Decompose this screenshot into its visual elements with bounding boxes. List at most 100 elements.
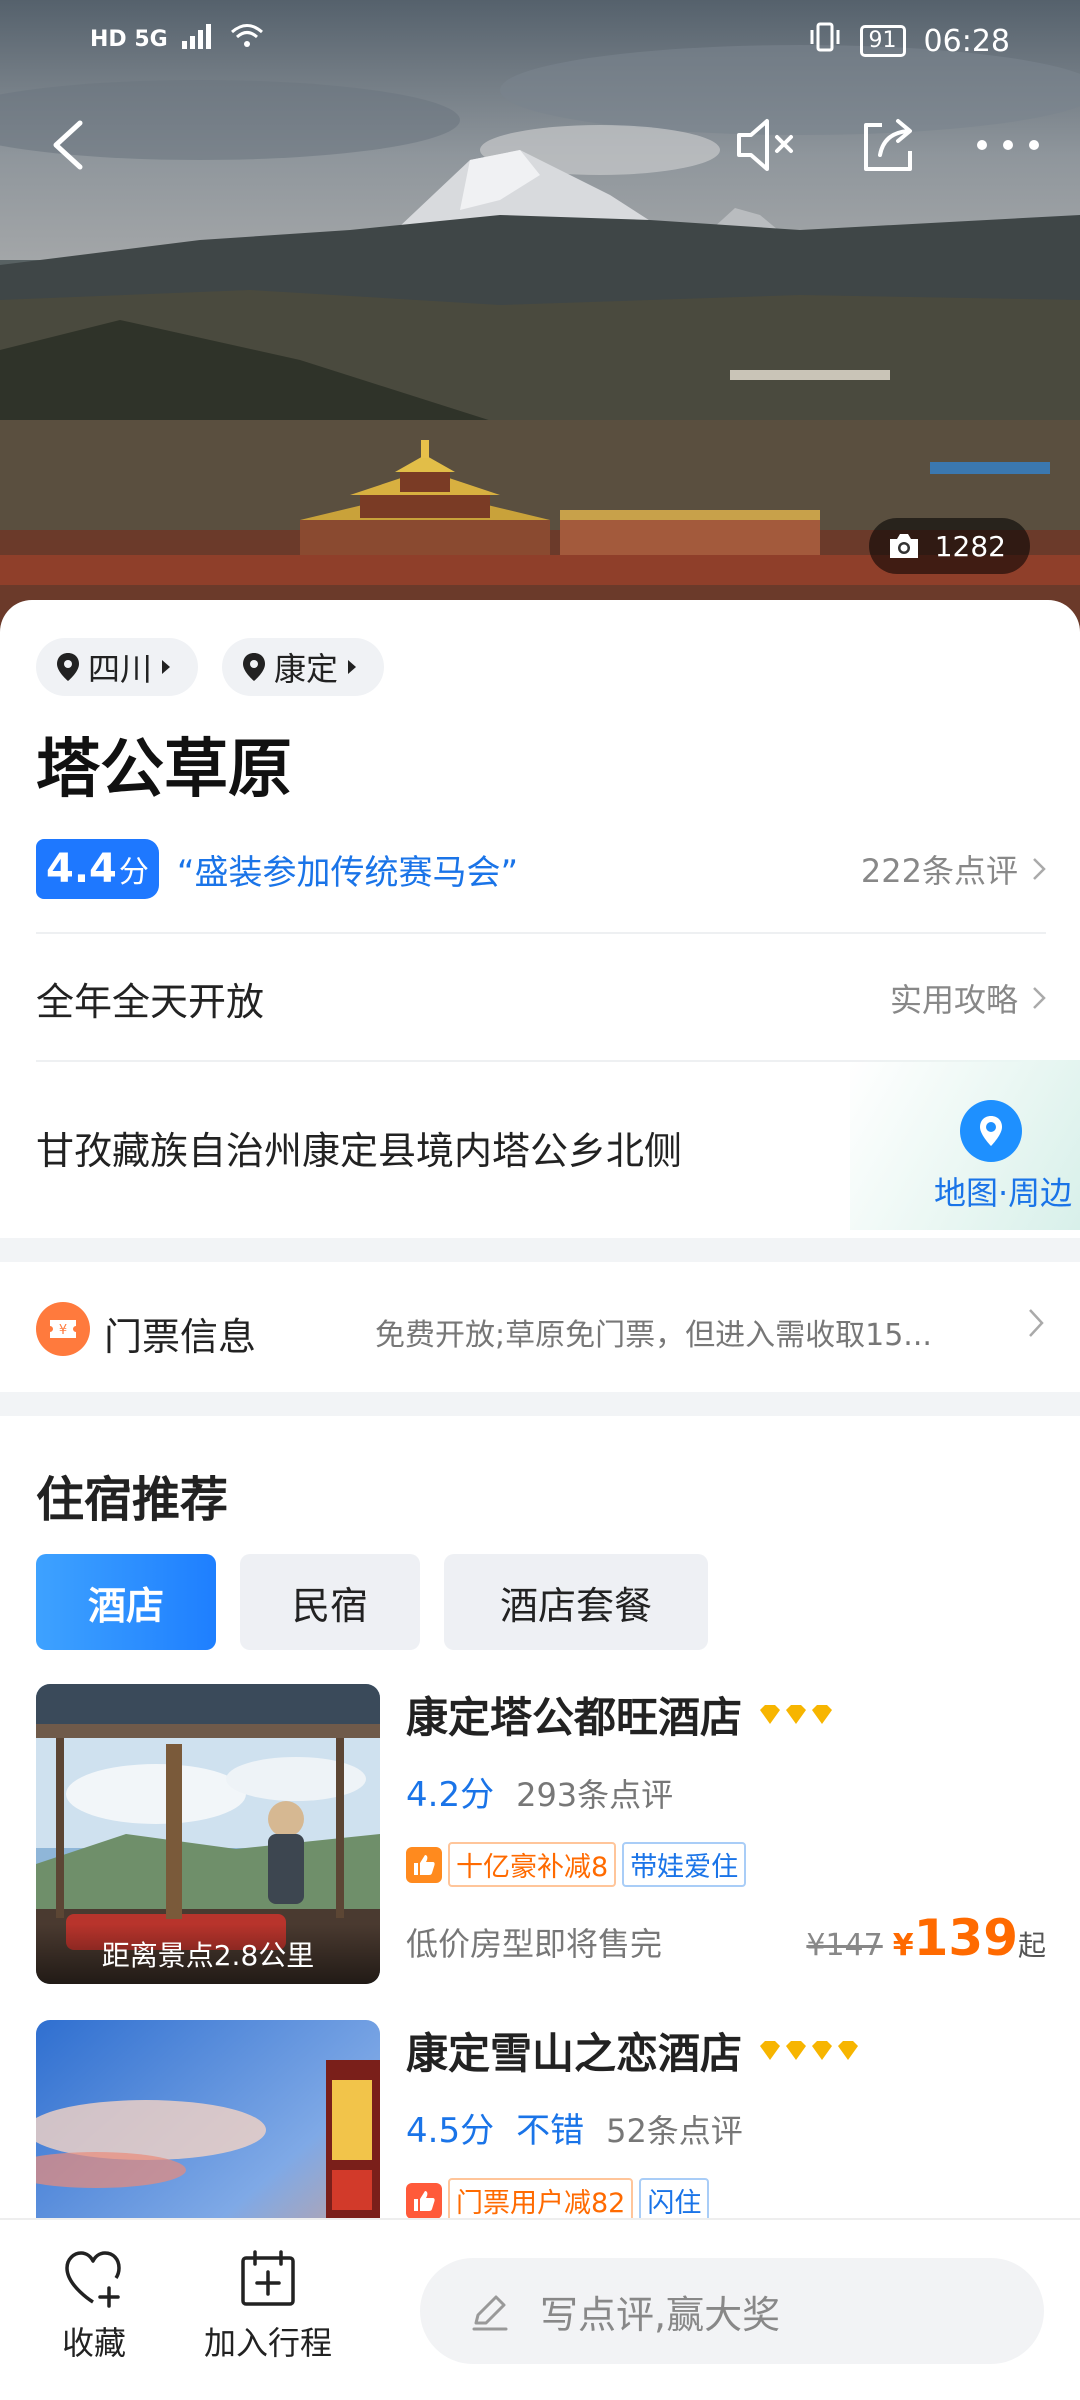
location-chip-city[interactable]: 康定 (222, 638, 385, 696)
score-badge: 4.4 分 (36, 839, 159, 899)
address: 甘孜藏族自治州康定县境内塔公乡北侧 (36, 1129, 683, 1173)
share-icon (864, 119, 912, 171)
status-bar: HD 5G 91 06:28 (0, 0, 1080, 80)
camera-icon (889, 534, 918, 558)
hotel-score-word: 不错 (516, 2111, 585, 2151)
hotel-photo: 距离景点2.8公里 (36, 1684, 380, 1984)
diamond-rating-icon (758, 1704, 838, 1726)
svg-text:¥: ¥ (59, 1323, 67, 1338)
favorite-label: 收藏 (62, 2324, 127, 2362)
ticket-icon: ¥ (36, 1302, 90, 1356)
hotel-meta: 4.2分 293条点评 (406, 1767, 1046, 1816)
hotel-meta: 4.5分 不错 52条点评 (406, 2103, 1046, 2152)
divider (36, 932, 1046, 934)
favorite-button[interactable]: 收藏 (62, 2250, 126, 2364)
battery-indicator: 91 (859, 25, 906, 57)
add-itinerary-label: 加入行程 (204, 2324, 333, 2362)
hotel-tags: 十亿豪补减8 带娃爱住 (406, 1842, 1046, 1887)
photo-count: 1282 (934, 529, 1006, 563)
more-button[interactable] (968, 105, 1048, 185)
page-title: 塔公草原 (36, 733, 292, 807)
chip-label: 四川 (88, 650, 153, 688)
hotel-name-row: 康定塔公都旺酒店 (406, 1684, 1046, 1745)
speaker-mute-icon (737, 119, 793, 171)
current-price: 139 (913, 1909, 1018, 1967)
location-chip-province[interactable]: 四川 (36, 638, 199, 696)
opening-hours-row: 全年全天开放 实用攻略 (36, 968, 1046, 1028)
signal-icon (181, 22, 216, 57)
photo-count-badge[interactable]: 1282 (868, 518, 1030, 574)
hotel-review-count: 293条点评 (516, 1776, 674, 1814)
ticket-description: 免费开放;草原免门票，但进入需收取15... (375, 1318, 932, 1353)
heart-plus-icon (65, 2251, 121, 2308)
lodging-section-title: 住宿推荐 (36, 1472, 229, 1528)
write-review-input[interactable]: 写点评,赢大奖 (420, 2258, 1044, 2364)
guide-link-label: 实用攻略 (889, 981, 1018, 1019)
review-count: 222条点评 (860, 852, 1018, 890)
hotel-card[interactable]: 康定雪山之恋酒店 4.5分 不错 52条点评 门票用户减82 闪住 (36, 2020, 1046, 2218)
back-arrow-icon (53, 120, 83, 170)
currency-symbol: ¥ (892, 1928, 914, 1963)
hotel-score: 4.5分 (406, 2111, 495, 2151)
lodging-tabs: 酒店 民宿 酒店套餐 (36, 1554, 708, 1650)
original-price: ¥147 (806, 1928, 883, 1963)
hero-image[interactable]: HD 5G 91 06:28 1282 (0, 0, 1080, 640)
share-button[interactable] (848, 105, 928, 185)
ticket-label: 门票信息 (104, 1315, 257, 1359)
chip-label: 康定 (274, 650, 339, 688)
ticket-info-row[interactable]: ¥ 门票信息 免费开放;草原免门票，但进入需收取15... (0, 1262, 1080, 1392)
section-separator (0, 1392, 1080, 1416)
score-unit: 分 (118, 855, 149, 890)
calendar-plus-icon (241, 2250, 295, 2306)
map-pin-icon (960, 1100, 1022, 1162)
map-nearby-button[interactable]: 地图·周边 (850, 1060, 1080, 1230)
score-value: 4.4 (46, 846, 117, 892)
chevron-right-icon (1033, 987, 1046, 1009)
distance-label: 距离景点2.8公里 (36, 1924, 380, 1984)
pencil-icon (472, 2295, 508, 2331)
rating-row[interactable]: 4.4 分 “盛装参加传统赛马会” 222条点评 (36, 838, 1046, 900)
thumbs-up-icon (406, 2182, 442, 2218)
hotel-name-row: 康定雪山之恋酒店 (406, 2020, 1046, 2081)
chevron-right-icon (1033, 858, 1046, 880)
attraction-info-card: 四川 康定 塔公草原 4.4 分 “盛装参加传统赛马会” 222条点评 全年全天… (0, 600, 1080, 1240)
guide-link[interactable]: 实用攻略 (890, 975, 1046, 1021)
discount-tag: 门票用户减82 (448, 2178, 634, 2218)
hotel-name: 康定塔公都旺酒店 (406, 1693, 743, 1742)
tab-hotel-package[interactable]: 酒店套餐 (444, 1554, 708, 1650)
location-pin-icon (57, 653, 79, 681)
feature-tag: 闪住 (639, 2178, 710, 2218)
vibrate-icon (808, 22, 842, 60)
hotel-name: 康定雪山之恋酒店 (406, 2029, 743, 2078)
price-suffix: 起 (1017, 1929, 1046, 1962)
write-review-placeholder: 写点评,赢大奖 (540, 2292, 781, 2337)
reviews-link[interactable]: 222条点评 (861, 846, 1046, 892)
back-button[interactable] (28, 105, 108, 185)
hotel-card[interactable]: 距离景点2.8公里 康定塔公都旺酒店 4.2分 293条点评 十亿豪补减8 带娃… (36, 1684, 1046, 1984)
review-highlight: “盛装参加传统赛马会” (176, 852, 519, 893)
feature-tag: 带娃爱住 (622, 1842, 747, 1887)
add-itinerary-button[interactable]: 加入行程 (204, 2250, 332, 2364)
opening-hours: 全年全天开放 (36, 979, 265, 1024)
tab-hotel[interactable]: 酒店 (36, 1554, 216, 1650)
hotel-photo (36, 2020, 380, 2218)
hotel-score: 4.2分 (406, 1775, 495, 1815)
chevron-right-icon (1028, 1308, 1044, 1342)
caret-right-icon (162, 660, 171, 674)
tab-homestay[interactable]: 民宿 (240, 1554, 420, 1650)
diamond-rating-icon (758, 2040, 864, 2062)
map-nearby-label: 地图·周边 (934, 1174, 1073, 1212)
discount-tag: 十亿豪补减8 (448, 1842, 617, 1887)
bottom-action-bar: 收藏 加入行程 写点评,赢大奖 (0, 2218, 1080, 2400)
clock: 06:28 (923, 23, 1010, 59)
wifi-icon (230, 22, 264, 57)
thumbs-up-icon (406, 1846, 442, 1883)
hotel-tags: 门票用户减82 闪住 (406, 2178, 1046, 2218)
more-dots-icon (977, 140, 1039, 150)
mute-button[interactable] (728, 105, 808, 185)
hotel-review-count: 52条点评 (606, 2112, 743, 2150)
stock-note: 低价房型即将售完 (406, 1925, 663, 1963)
hotel-price-row: 低价房型即将售完 ¥147 ¥ 139 起 (406, 1909, 1046, 1967)
location-pin-icon (243, 653, 266, 681)
network-indicator: HD 5G (90, 27, 168, 52)
